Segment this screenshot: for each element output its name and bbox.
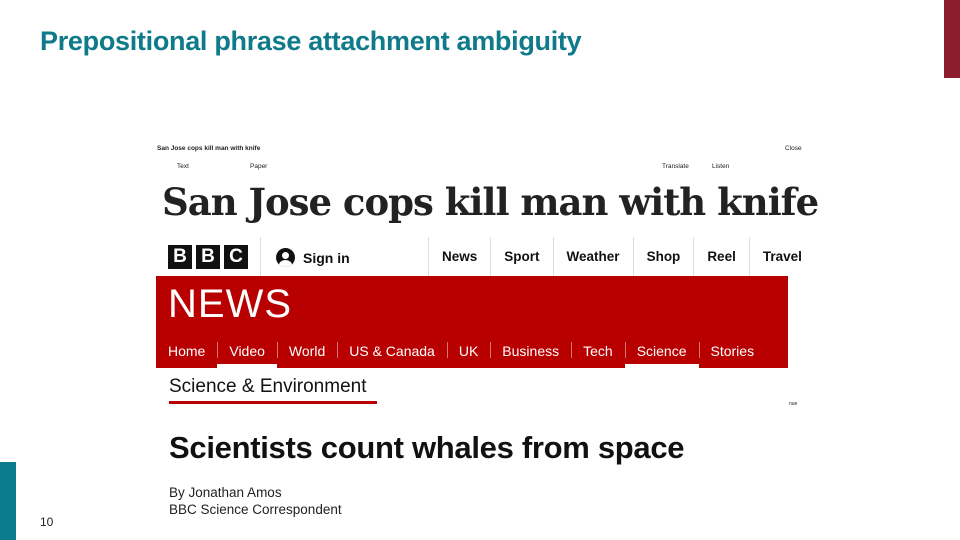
bbc-logo[interactable]: B B C <box>168 245 248 269</box>
topnav-travel[interactable]: Travel <box>748 237 815 276</box>
paper-tab[interactable]: Paper <box>250 163 267 170</box>
news-nav-video[interactable]: Video <box>217 332 277 368</box>
section-title[interactable]: Science & Environment <box>169 376 367 398</box>
byline: By Jonathan Amos BBC Science Corresponde… <box>169 484 342 518</box>
sign-in-button[interactable]: Sign in <box>276 248 350 267</box>
section-underline <box>169 401 377 404</box>
news-nav-stories[interactable]: Stories <box>698 332 767 368</box>
topnav-news[interactable]: News <box>428 237 490 276</box>
byline-name: By Jonathan Amos <box>169 485 282 500</box>
bbc-logo-letter: B <box>168 245 192 269</box>
topnav-weather[interactable]: Weather <box>552 237 633 276</box>
text-tab[interactable]: Text <box>177 163 189 170</box>
translate-button[interactable]: Translate <box>662 163 689 170</box>
topnav-sport[interactable]: Sport <box>490 237 552 276</box>
clipping-headline: San Jose cops kill man with knife <box>162 180 819 224</box>
news-nav-uk[interactable]: UK <box>446 332 490 368</box>
clipping-small-headline: San Jose cops kill man with knife <box>157 145 261 152</box>
topnav-shop[interactable]: Shop <box>632 237 694 276</box>
article-headline: Scientists count whales from space <box>169 430 685 465</box>
news-nav-tech[interactable]: Tech <box>571 332 625 368</box>
page-number: 10 <box>40 515 54 529</box>
bbc-logo-letter: C <box>224 245 248 269</box>
listen-button[interactable]: Listen <box>712 163 729 170</box>
logo-divider <box>260 237 261 276</box>
news-nav-business[interactable]: Business <box>490 332 571 368</box>
news-nav-world[interactable]: World <box>276 332 337 368</box>
close-button[interactable]: Close <box>785 145 802 152</box>
side-fragment: nue <box>789 401 798 407</box>
user-icon <box>276 248 295 267</box>
byline-role: BBC Science Correspondent <box>169 502 342 517</box>
top-nav: News Sport Weather Shop Reel Travel <box>428 237 815 276</box>
accent-bar-right <box>944 0 960 78</box>
news-nav: Home Video World US & Canada UK Business… <box>156 332 788 368</box>
sign-in-label: Sign in <box>303 249 350 266</box>
news-logo[interactable]: NEWS <box>168 282 292 327</box>
news-nav-us-canada[interactable]: US & Canada <box>337 332 447 368</box>
news-nav-home[interactable]: Home <box>156 332 217 368</box>
topnav-reel[interactable]: Reel <box>693 237 749 276</box>
accent-bar-left <box>0 462 16 540</box>
slide-title: Prepositional phrase attachment ambiguit… <box>40 26 582 56</box>
bbc-logo-letter: B <box>196 245 220 269</box>
news-nav-science[interactable]: Science <box>624 332 699 368</box>
